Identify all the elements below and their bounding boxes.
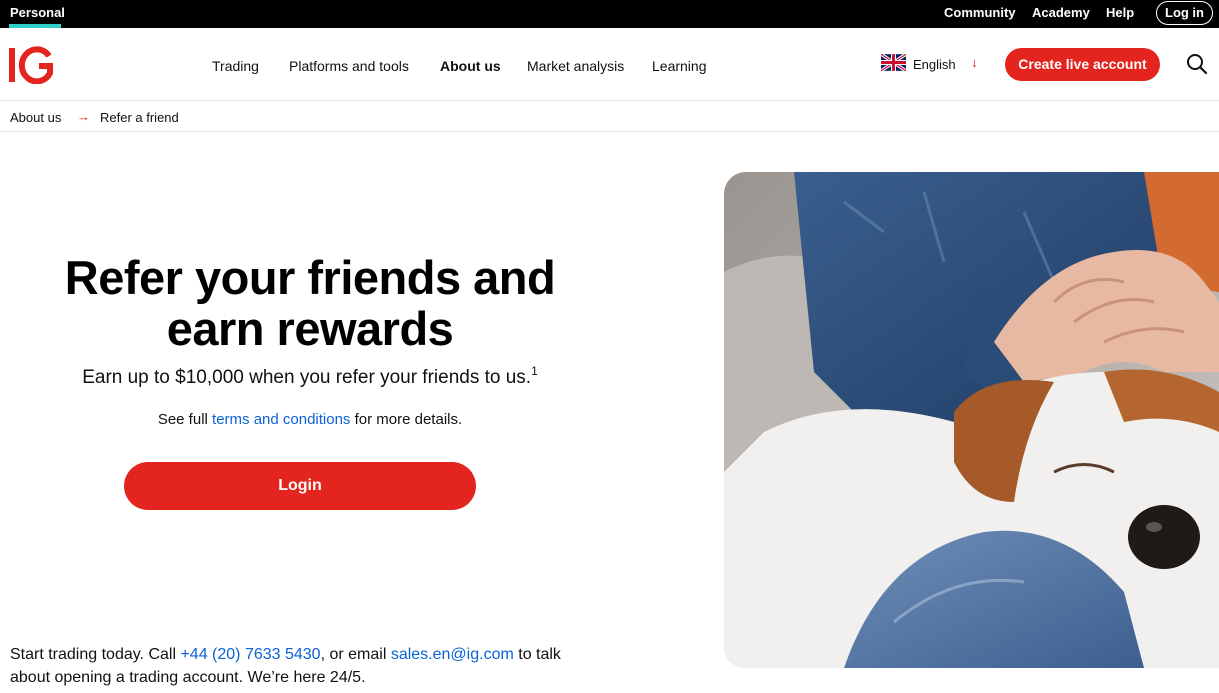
- personal-tab[interactable]: Personal: [10, 5, 65, 20]
- page-title: Refer your friends and earn rewards: [20, 252, 600, 354]
- search-icon[interactable]: [1186, 53, 1208, 75]
- ig-logo[interactable]: IG: [9, 46, 57, 84]
- terms-suffix: for more details.: [350, 411, 463, 428]
- nav-platforms-and-tools[interactable]: Platforms and tools: [289, 58, 409, 74]
- top-bar: Personal Community Academy Help Log in: [0, 0, 1219, 28]
- create-live-account-button[interactable]: Create live account: [1005, 48, 1160, 81]
- nav-trading[interactable]: Trading: [212, 58, 259, 74]
- breadcrumb-refer-a-friend: Refer a friend: [100, 110, 179, 125]
- hero-subtitle-text: Earn up to $10,000 when you refer your f…: [82, 367, 532, 388]
- help-link[interactable]: Help: [1106, 5, 1134, 20]
- main-header: IG Trading Platforms and tools About us …: [0, 28, 1219, 101]
- page-title-line-2: earn rewards: [166, 302, 454, 355]
- nav-market-analysis[interactable]: Market analysis: [527, 58, 624, 74]
- academy-link[interactable]: Academy: [1032, 5, 1090, 20]
- footnote-marker[interactable]: 1: [531, 364, 538, 378]
- terms-line: See full terms and conditions for more d…: [20, 411, 600, 428]
- contact-text: Start trading today. Call +44 (20) 7633 …: [10, 643, 590, 689]
- nav-learning[interactable]: Learning: [652, 58, 707, 74]
- contact-middle: , or email: [320, 646, 391, 663]
- hero-image-person-petting-dog: [724, 172, 1219, 668]
- hero-subtitle: Earn up to $10,000 when you refer your f…: [20, 364, 600, 389]
- page-title-line-1: Refer your friends and: [64, 251, 556, 304]
- log-in-button[interactable]: Log in: [1156, 1, 1213, 25]
- arrow-right-icon: →: [77, 109, 90, 124]
- terms-and-conditions-link[interactable]: terms and conditions: [212, 411, 350, 428]
- terms-prefix: See full: [157, 411, 213, 428]
- breadcrumb: About us → Refer a friend: [0, 101, 1219, 132]
- login-button[interactable]: Login: [124, 462, 476, 510]
- nav-about-us[interactable]: About us: [440, 58, 501, 74]
- uk-flag-icon: [881, 54, 906, 71]
- contact-prefix: Start trading today. Call: [10, 646, 181, 663]
- hero-illustration: [724, 172, 1219, 668]
- community-link[interactable]: Community: [944, 5, 1016, 20]
- phone-link[interactable]: +44 (20) 7633 5430: [180, 646, 320, 663]
- breadcrumb-about-us[interactable]: About us: [10, 110, 61, 125]
- arrow-down-icon: ↓: [971, 54, 978, 70]
- language-label: English: [913, 57, 956, 72]
- email-link[interactable]: sales.en@ig.com: [391, 646, 514, 663]
